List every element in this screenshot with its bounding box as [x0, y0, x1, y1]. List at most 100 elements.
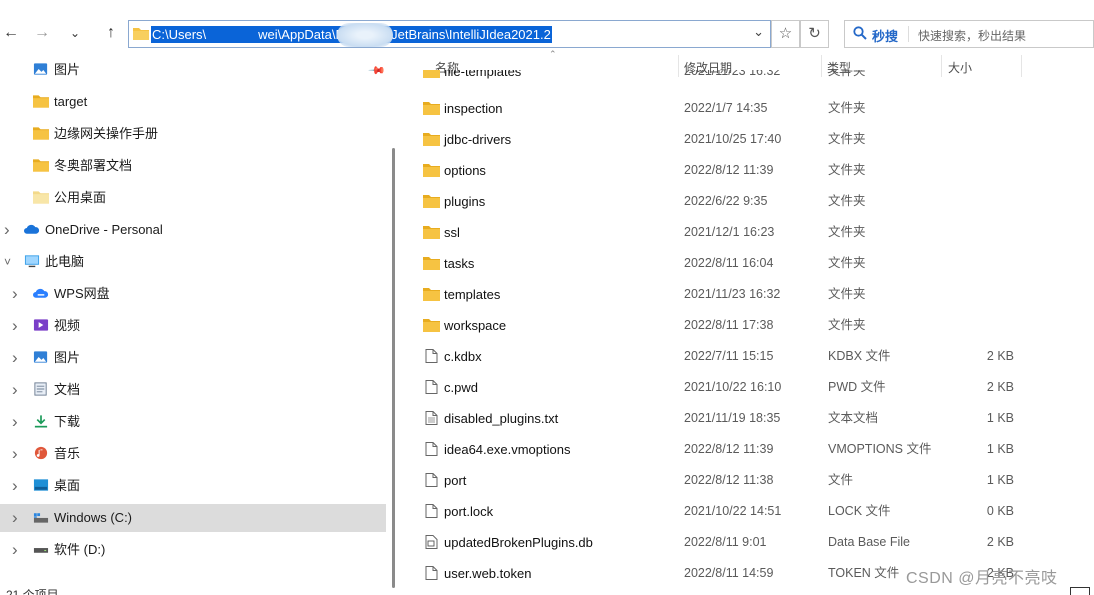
- sidebar-item-label: WPS网盘: [54, 286, 110, 301]
- file-type: 文件夹: [828, 163, 866, 177]
- file-icon: [425, 473, 438, 487]
- chevron-right-icon[interactable]: ›: [12, 408, 18, 436]
- favorite-button[interactable]: ☆: [771, 20, 800, 48]
- chevron-down-icon[interactable]: ˅: [4, 248, 11, 276]
- wps-cloud-icon: [33, 288, 49, 298]
- file-row[interactable]: workspace 2022/8/11 17:38 文件夹: [413, 310, 1094, 341]
- sidebar-item-label: OneDrive - Personal: [45, 222, 163, 237]
- file-date: 2022/8/11 17:38: [684, 318, 774, 332]
- music-icon: [34, 446, 48, 460]
- chevron-right-icon[interactable]: ›: [4, 216, 10, 244]
- file-type: 文件夹: [828, 256, 866, 270]
- file-size: 0 KB: [986, 504, 1014, 518]
- sidebar-item[interactable]: › 软件 (D:): [0, 536, 386, 564]
- sidebar-item-label: 文档: [54, 382, 81, 397]
- folder-icon: [423, 226, 440, 239]
- file-row[interactable]: tasks 2022/8/11 16:04 文件夹: [413, 248, 1094, 279]
- sidebar-item[interactable]: 冬奥部署文档: [0, 152, 386, 180]
- file-row[interactable]: ssl 2021/12/1 16:23 文件夹: [413, 217, 1094, 248]
- file-row[interactable]: file-templates 2021/11/23 16:32 文件夹: [413, 70, 1094, 82]
- file-type: 文件夹: [828, 225, 866, 239]
- file-row[interactable]: port.lock 2021/10/22 14:51 LOCK 文件 0 KB: [413, 496, 1094, 527]
- sidebar-item-label: 边缘网关操作手册: [54, 126, 159, 141]
- sidebar-item[interactable]: 图片: [0, 56, 386, 84]
- sidebar-item-label: 下载: [54, 414, 81, 429]
- back-button[interactable]: ←: [0, 22, 22, 44]
- sidebar-item-label: 视频: [54, 318, 81, 333]
- file-name: port.lock: [444, 504, 494, 519]
- file-icon: [425, 504, 438, 518]
- chevron-right-icon[interactable]: ›: [12, 344, 18, 372]
- file-icon: [425, 380, 438, 394]
- folder-icon: [133, 28, 149, 40]
- sidebar-item[interactable]: › OneDrive - Personal: [0, 216, 386, 244]
- sidebar-item[interactable]: 边缘网关操作手册: [0, 120, 386, 148]
- chevron-right-icon[interactable]: ›: [12, 440, 18, 468]
- file-size: 1 KB: [986, 411, 1014, 425]
- search-box[interactable]: 秒搜 快速搜索，秒出结果: [844, 20, 1094, 48]
- db-file-icon: [425, 535, 438, 549]
- file-type: 文件夹: [828, 194, 866, 208]
- refresh-button[interactable]: ↻: [800, 20, 829, 48]
- file-row[interactable]: c.kdbx 2022/7/11 15:15 KDBX 文件 2 KB: [413, 341, 1094, 372]
- sidebar-item[interactable]: ˅ 此电脑: [0, 248, 386, 276]
- file-row[interactable]: updatedBrokenPlugins.db 2022/8/11 9:01 Dat…: [413, 527, 1094, 558]
- file-row[interactable]: templates 2021/11/23 16:32 文件夹: [413, 279, 1094, 310]
- chevron-right-icon[interactable]: ›: [12, 280, 18, 308]
- sidebar-item-label: Windows (C:): [54, 510, 133, 525]
- file-row[interactable]: jdbc-drivers 2021/10/25 17:40 文件夹: [413, 124, 1094, 155]
- chevron-right-icon[interactable]: ›: [12, 472, 18, 500]
- folder-icon: [423, 288, 440, 301]
- status-item-count: 21 个项目: [6, 588, 59, 595]
- sidebar-item[interactable]: › 图片: [0, 344, 386, 372]
- sidebar-item-label: 公用桌面: [54, 190, 107, 205]
- file-date: 2021/12/1 16:23: [684, 225, 775, 239]
- file-row[interactable]: disabled_plugins.txt 2021/11/19 18:35 文本文档…: [413, 403, 1094, 434]
- file-name: idea64.exe.vmoptions: [444, 442, 571, 457]
- chevron-right-icon[interactable]: ›: [12, 504, 18, 532]
- sidebar-item[interactable]: › 下载: [0, 408, 386, 436]
- cloud-icon: [24, 224, 40, 234]
- sidebar-item[interactable]: › WPS网盘: [0, 280, 386, 308]
- file-type: LOCK 文件: [828, 504, 891, 518]
- file-type: 文件夹: [828, 132, 866, 146]
- search-brand: 秒搜: [872, 29, 899, 44]
- sidebar-item[interactable]: › 音乐: [0, 440, 386, 468]
- file-type: Data Base File: [828, 535, 910, 549]
- file-name: disabled_plugins.txt: [444, 411, 559, 426]
- file-row[interactable]: port 2022/8/12 11:38 文件 1 KB: [413, 465, 1094, 496]
- chevron-right-icon[interactable]: ›: [12, 536, 18, 564]
- search-divider: [908, 26, 909, 42]
- file-name: jdbc-drivers: [444, 132, 512, 147]
- file-date: 2022/8/11 9:01: [684, 535, 767, 549]
- file-date: 2021/10/22 14:51: [684, 504, 782, 518]
- address-dropdown-icon[interactable]: ⌄: [753, 24, 764, 40]
- sidebar-item[interactable]: target: [0, 88, 386, 116]
- file-row[interactable]: inspection 2022/1/7 14:35 文件夹: [413, 93, 1094, 124]
- file-row[interactable]: options 2022/8/12 11:39 文件夹: [413, 155, 1094, 186]
- search-icon: [853, 26, 867, 40]
- up-button[interactable]: ↑: [100, 22, 122, 44]
- file-type: TOKEN 文件: [828, 566, 900, 580]
- address-bar[interactable]: C:\Users\ wei\AppData\Roaming\JetBrains\…: [128, 20, 771, 48]
- file-name: user.web.token: [444, 566, 532, 581]
- recent-locations-button[interactable]: ⌄: [64, 22, 86, 44]
- sidebar-item[interactable]: › Windows (C:): [0, 504, 386, 532]
- search-input[interactable]: 快速搜索，秒出结果: [918, 27, 1026, 44]
- file-name: tasks: [444, 256, 475, 271]
- chevron-right-icon[interactable]: ›: [12, 312, 18, 340]
- sidebar-item[interactable]: › 视频: [0, 312, 386, 340]
- sidebar-item[interactable]: 公用桌面: [0, 184, 386, 212]
- sidebar-item[interactable]: › 桌面: [0, 472, 386, 500]
- file-size: 2 KB: [986, 349, 1014, 363]
- chevron-down-icon: ⌄: [69, 26, 81, 40]
- sidebar-item[interactable]: › 文档: [0, 376, 386, 404]
- file-row[interactable]: plugins 2022/6/22 9:35 文件夹: [413, 186, 1094, 217]
- top-toolbar: ← → ⌄ ↑ C:\Users\ wei\AppData\Roaming\Je…: [0, 0, 1094, 52]
- forward-button[interactable]: →: [31, 22, 53, 44]
- file-row[interactable]: c.pwd 2021/10/22 16:10 PWD 文件 2 KB: [413, 372, 1094, 403]
- chevron-right-icon[interactable]: ›: [12, 376, 18, 404]
- file-name: updatedBrokenPlugins.db: [444, 535, 593, 550]
- file-row[interactable]: idea64.exe.vmoptions 2022/8/12 11:39 VMOPT…: [413, 434, 1094, 465]
- sidebar-scrollbar[interactable]: [392, 148, 395, 588]
